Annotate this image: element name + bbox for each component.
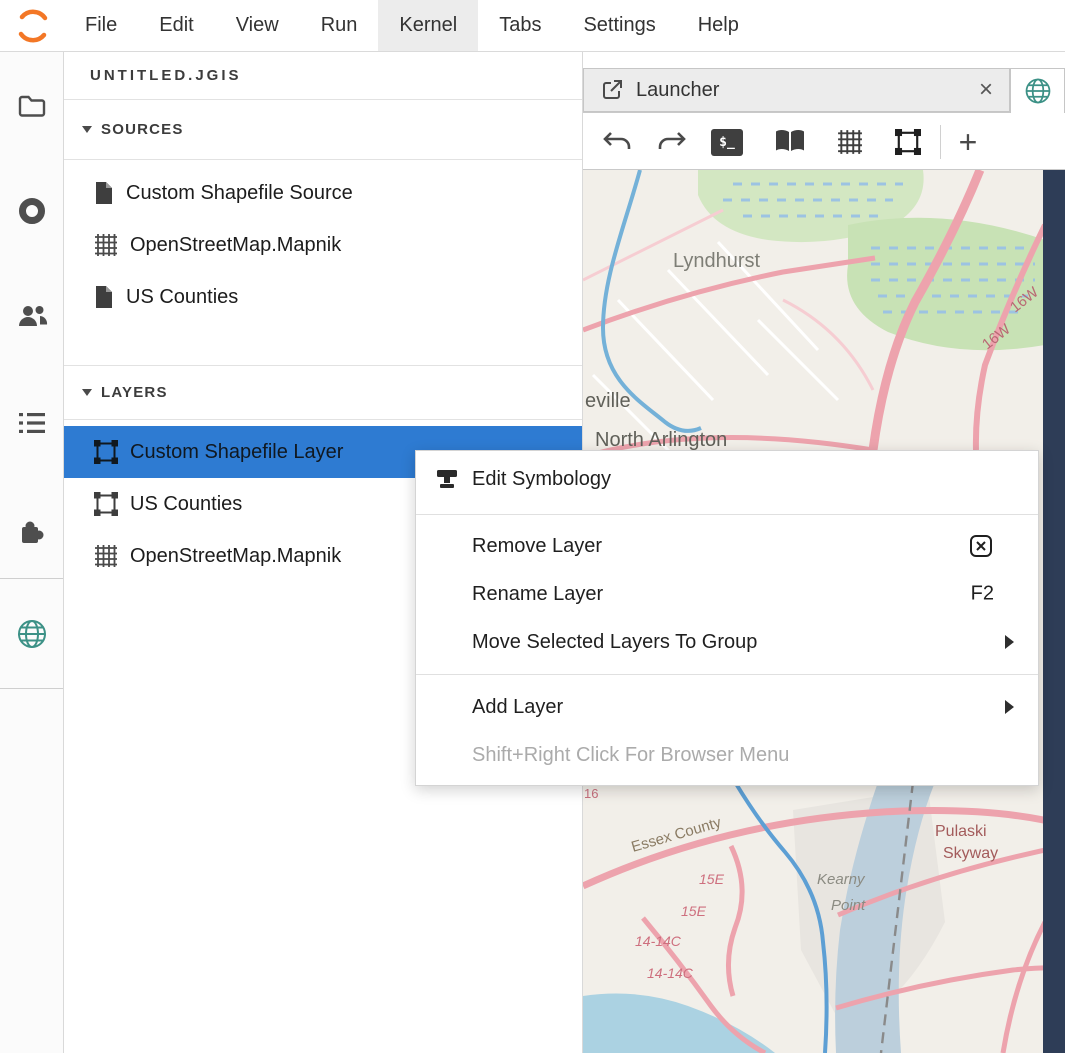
toolbar-divider [940,125,941,159]
map-toolbar: $_ [583,112,1065,170]
map-label-15e: 15E [681,903,707,919]
context-item-browser-menu-hint: Shift+Right Click For Browser Menu [416,731,1038,779]
layer-label: US Counties [130,493,242,516]
source-item-openstreetmap[interactable]: OpenStreetMap.Mapnik [64,219,582,271]
menu-settings[interactable]: Settings [562,0,676,51]
remove-layer-icon [968,533,994,559]
sources-label: SOURCES [101,121,184,138]
activity-divider [0,688,63,689]
globe-icon [1023,76,1053,106]
book-icon [774,129,806,155]
menu-help[interactable]: Help [677,0,760,51]
map-label-16: 16 [584,786,598,801]
context-item-edit-symbology[interactable]: Edit Symbology [416,451,1038,507]
context-item-add-layer[interactable]: Add Layer [416,683,1038,731]
console-button[interactable]: $_ [705,120,749,164]
layer-label: OpenStreetMap.Mapnik [130,545,341,568]
context-item-label: Add Layer [472,696,563,719]
context-menu-separator [416,514,1038,515]
context-item-label: Rename Layer [472,583,603,606]
raster-grid-icon [837,129,863,155]
map-label-14-14c: 14-14C [647,965,694,981]
users-icon[interactable] [16,301,48,336]
map-label-14-14c: 14-14C [635,933,682,949]
close-icon[interactable]: × [979,78,993,102]
source-item-custom-shapefile[interactable]: Custom Shapefile Source [64,167,582,219]
tab-label: Launcher [636,79,967,102]
menu-kernel[interactable]: Kernel [378,0,478,51]
raster-grid-icon [94,544,118,568]
map-label-pulaski: Pulaski [935,823,987,840]
layers-label: LAYERS [101,384,168,401]
activity-divider [0,578,63,579]
menubar: File Edit View Run Kernel Tabs Settings … [0,0,1065,52]
file-icon [94,285,114,309]
table-of-contents-icon[interactable] [17,410,47,441]
running-kernels-icon[interactable] [17,196,47,231]
map-label-north-arlington: North Arlington [595,429,727,451]
map-label-point: Point [831,897,866,914]
raster-layer-button[interactable] [828,120,872,164]
console-icon: $_ [711,129,743,156]
layers-section-header[interactable]: LAYERS [64,365,582,420]
menu-edit[interactable]: Edit [138,0,214,51]
map-label-lyndhurst: Lyndhurst [673,250,761,272]
chevron-down-icon [82,389,92,396]
shortcut-label: F2 [971,583,994,606]
gis-globe-icon[interactable] [15,617,49,656]
vector-square-icon [94,492,118,516]
folder-icon[interactable] [17,91,47,126]
context-item-label: Edit Symbology [472,468,611,491]
app-logo-icon [14,7,52,45]
source-label: OpenStreetMap.Mapnik [130,234,341,257]
chevron-down-icon [82,126,92,133]
book-button[interactable] [768,120,812,164]
undo-icon [601,129,633,155]
context-item-move-to-group[interactable]: Move Selected Layers To Group [416,618,1038,666]
redo-button[interactable] [650,120,694,164]
context-item-label: Shift+Right Click For Browser Menu [472,744,789,767]
map-right-dark-strip [1043,170,1065,1053]
add-button[interactable]: + [946,120,990,164]
tab-launcher[interactable]: Launcher × [583,68,1010,112]
menu-file[interactable]: File [64,0,138,51]
layer-label: Custom Shapefile Layer [130,441,343,464]
map-label-eville: eville [585,390,631,412]
activity-bar [0,52,64,1053]
jupytergis-app: File Edit View Run Kernel Tabs Settings … [0,0,1065,1053]
map-label-kearny: Kearny [817,871,866,888]
puzzle-extension-icon[interactable] [16,515,48,552]
raster-grid-icon [94,233,118,257]
panel-title: UNTITLED.JGIS [64,52,582,100]
menu-tabs[interactable]: Tabs [478,0,562,51]
layer-context-menu: Edit Symbology Remove Layer Rename Layer… [415,450,1039,786]
redo-icon [656,129,688,155]
context-item-label: Remove Layer [472,535,602,558]
plus-icon: + [959,126,978,158]
chevron-right-icon [1005,635,1014,649]
map-label-skyway: Skyway [943,845,998,862]
vector-square-icon [94,440,118,464]
source-label: US Counties [126,286,238,309]
vector-square-icon [895,129,921,155]
context-item-remove-layer[interactable]: Remove Layer [416,522,1038,570]
launcher-external-link-icon [600,78,624,102]
context-menu-separator [416,674,1038,675]
context-item-rename-layer[interactable]: Rename Layer F2 [416,570,1038,618]
map-label-15e: 15E [699,871,725,887]
menu-run[interactable]: Run [300,0,379,51]
tab-gis-document[interactable] [1010,68,1065,113]
context-item-label: Move Selected Layers To Group [472,631,757,654]
source-item-us-counties[interactable]: US Counties [64,271,582,323]
file-icon [94,181,114,205]
symbology-icon [434,466,460,492]
undo-button[interactable] [595,120,639,164]
vector-layer-button[interactable] [886,120,930,164]
sources-section-header[interactable]: SOURCES [64,100,582,160]
chevron-right-icon [1005,700,1014,714]
tab-bar: Launcher × [583,52,1065,112]
source-label: Custom Shapefile Source [126,182,353,205]
menu-view[interactable]: View [215,0,300,51]
